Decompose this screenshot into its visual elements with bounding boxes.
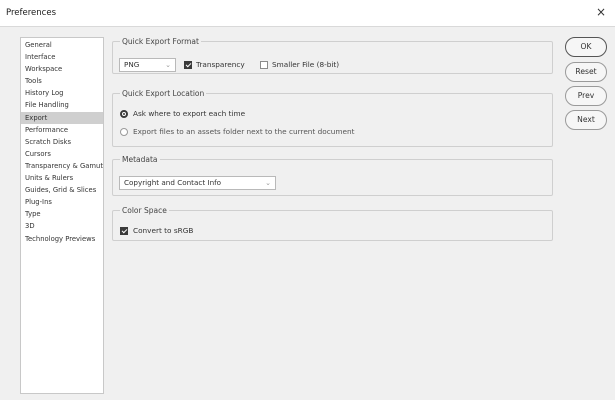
- ask-location-radio[interactable]: [120, 110, 128, 118]
- quick-export-location-group: Quick Export Location: [112, 89, 553, 147]
- transparency-checkbox[interactable]: [184, 61, 192, 69]
- sidebar-item-performance[interactable]: Performance: [21, 124, 103, 136]
- sidebar-item-file-handling[interactable]: File Handling: [21, 99, 103, 111]
- sidebar-item-transparency-gamut[interactable]: Transparency & Gamut: [21, 160, 103, 172]
- quick-export-format-legend: Quick Export Format: [120, 37, 201, 47]
- smaller-file-label: Smaller File (8-bit): [272, 60, 340, 69]
- sidebar-item-plug-ins[interactable]: Plug-Ins: [21, 196, 103, 208]
- sidebar-item-technology-previews[interactable]: Technology Previews: [21, 233, 103, 245]
- chevron-down-icon: ⌄: [165, 61, 171, 69]
- reset-button[interactable]: Reset: [565, 62, 607, 82]
- next-button[interactable]: Next: [565, 110, 607, 130]
- title-bar: Preferences ×: [0, 0, 615, 27]
- metadata-legend: Metadata: [120, 155, 160, 165]
- ok-button[interactable]: OK: [565, 37, 607, 57]
- ask-location-label: Ask where to export each time: [133, 109, 246, 118]
- sidebar-item-cursors[interactable]: Cursors: [21, 148, 103, 160]
- sidebar-item-workspace[interactable]: Workspace: [21, 63, 103, 75]
- assets-folder-label: Export files to an assets folder next to…: [133, 127, 355, 136]
- sidebar-item-scratch-disks[interactable]: Scratch Disks: [21, 136, 103, 148]
- convert-srgb-checkbox[interactable]: [120, 227, 128, 235]
- chevron-down-icon: ⌄: [265, 179, 271, 187]
- sidebar-item-general[interactable]: General: [21, 39, 103, 51]
- sidebar-item-units-rulers[interactable]: Units & Rulers: [21, 172, 103, 184]
- color-space-legend: Color Space: [120, 206, 169, 216]
- sidebar-item-tools[interactable]: Tools: [21, 75, 103, 87]
- smaller-file-checkbox[interactable]: [260, 61, 268, 69]
- window-title: Preferences: [6, 8, 56, 18]
- transparency-label: Transparency: [196, 60, 245, 69]
- assets-folder-radio[interactable]: [120, 128, 128, 136]
- prev-button[interactable]: Prev: [565, 86, 607, 106]
- preferences-sidebar: General Interface Workspace Tools Histor…: [20, 37, 104, 394]
- format-select[interactable]: PNG ⌄: [119, 58, 176, 72]
- close-icon[interactable]: ×: [593, 4, 609, 20]
- sidebar-item-history-log[interactable]: History Log: [21, 87, 103, 99]
- sidebar-item-interface[interactable]: Interface: [21, 51, 103, 63]
- quick-export-location-legend: Quick Export Location: [120, 89, 207, 99]
- sidebar-item-3d[interactable]: 3D: [21, 220, 103, 232]
- sidebar-item-guides-grid-slices[interactable]: Guides, Grid & Slices: [21, 184, 103, 196]
- sidebar-item-type[interactable]: Type: [21, 208, 103, 220]
- format-select-value: PNG: [124, 60, 140, 69]
- convert-srgb-label: Convert to sRGB: [133, 226, 194, 235]
- metadata-select-value: Copyright and Contact Info: [124, 178, 222, 187]
- sidebar-item-export[interactable]: Export: [21, 111, 103, 124]
- metadata-select[interactable]: Copyright and Contact Info ⌄: [119, 176, 276, 190]
